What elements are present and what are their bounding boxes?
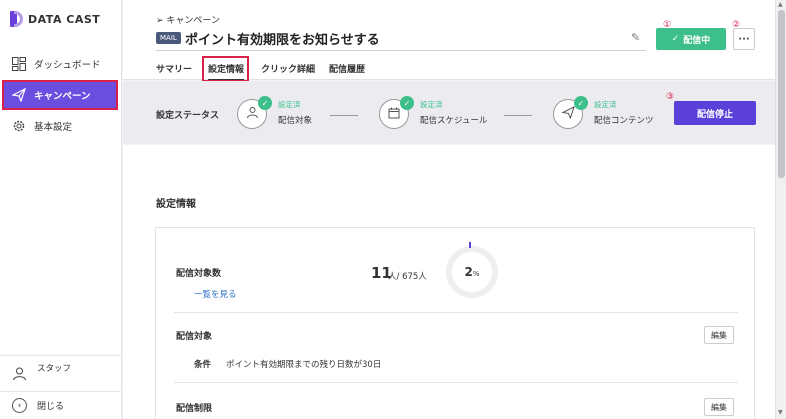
divider [174, 382, 738, 383]
chevron-left-icon: ‹ [12, 398, 27, 413]
step-name: 配信コンテンツ [594, 116, 654, 126]
person-icon [246, 106, 259, 122]
edit-target-button[interactable]: 編集 [704, 326, 734, 344]
user-icon [12, 366, 27, 381]
paper-plane-icon [560, 105, 575, 122]
paper-plane-icon [12, 88, 26, 102]
target-label: 配信対象 [176, 332, 213, 342]
live-status-button[interactable]: ✓ 配信中 [656, 28, 726, 50]
logo-mark-icon [10, 11, 23, 27]
tab-summary[interactable]: サマリー [156, 62, 192, 75]
step-state: 設定済 [278, 100, 301, 109]
staff-label: スタッフ [37, 363, 72, 374]
view-list-link[interactable]: 一覧を見る [194, 288, 237, 300]
close-label: 閉じる [37, 402, 65, 412]
check-icon: ✓ [258, 96, 272, 110]
condition-value: ポイント有効期限までの残り日数が30日 [226, 360, 382, 370]
settings-card: 配信対象数 一覧を見る 11 人/ 675人 2% 配信対象 編集 条件 ポイン… [155, 227, 755, 419]
sidebar-item-dashboard[interactable]: ダッシュボード [4, 51, 116, 77]
step-state: 設定済 [594, 100, 617, 109]
sidebar-item-settings[interactable]: 基本設定 [4, 113, 116, 139]
scroll-up-icon[interactable]: ▲ [778, 1, 783, 8]
sidebar: DATA CAST ダッシュボード キャンペーン 基本設定 スタッフ ‹ 閉じる [0, 0, 122, 419]
step-state: 設定済 [420, 100, 443, 109]
step-name: 配信対象 [278, 116, 313, 126]
scrollbar[interactable]: ▲ ▼ [775, 0, 786, 419]
percent-value: 2% [464, 265, 480, 279]
percent-donut: 2% [446, 246, 498, 298]
setup-status-bar: 設定ステータス ✓ 設定済 配信対象 ✓ 設定済 配信スケジュール ✓ 設定済 … [123, 81, 775, 144]
brand-name: DATA CAST [28, 12, 101, 26]
step-name: 配信スケジュール [420, 116, 488, 126]
step-connector [504, 115, 532, 116]
main-content: 設定情報 配信対象数 一覧を見る 11 人/ 675人 2% 配信対象 編集 条… [123, 145, 775, 419]
calendar-icon [388, 107, 400, 122]
tab-highlight-box [202, 56, 249, 82]
tab-delivery-history[interactable]: 配信履歴 [329, 62, 365, 75]
check-icon: ✓ [574, 96, 588, 110]
annotation-marker-3: ③ [666, 92, 675, 102]
divider [174, 312, 738, 313]
channel-badge: MAIL [156, 32, 181, 44]
check-icon: ✓ [400, 96, 414, 110]
scrollbar-thumb[interactable] [778, 10, 785, 178]
target-count-label: 配信対象数 [176, 269, 222, 279]
page-title[interactable]: ポイント有効期限をお知らせする [185, 29, 380, 48]
dashboard-grid-icon [12, 57, 26, 71]
breadcrumb[interactable]: ➢ キャンペーン [156, 13, 220, 26]
title-underline [156, 50, 646, 51]
limit-label: 配信制限 [176, 404, 213, 414]
step-connector [330, 115, 358, 116]
section-title: 設定情報 [156, 199, 196, 210]
logo[interactable]: DATA CAST [10, 10, 100, 28]
more-options-button[interactable]: ··· [733, 28, 755, 50]
sidebar-item-label: ダッシュボード [34, 60, 101, 71]
paper-plane-icon: ➢ [156, 16, 164, 26]
status-label: 設定ステータス [156, 111, 220, 121]
edit-limit-button[interactable]: 編集 [704, 398, 734, 416]
campaign-header: ➢ キャンペーン MAIL ポイント有効期限をお知らせする ✎ ① ✓ 配信中 … [123, 0, 775, 82]
condition-key: 条件 [194, 360, 212, 370]
tab-click-details[interactable]: クリック詳細 [261, 62, 315, 75]
donut-progress-mark [469, 242, 471, 248]
gear-icon [12, 119, 26, 133]
check-icon: ✓ [671, 34, 680, 44]
sidebar-item-label: 基本設定 [34, 122, 73, 133]
stop-delivery-button[interactable]: 配信停止 [674, 101, 756, 125]
sidebar-item-label: キャンペーン [34, 91, 91, 102]
sidebar-item-campaign[interactable]: キャンペーン [2, 80, 118, 110]
close-sidebar-button[interactable]: ‹ 閉じる [0, 391, 122, 419]
staff-menu[interactable]: スタッフ [0, 355, 122, 391]
target-count-unit: 人/ 675人 [388, 272, 427, 282]
pencil-icon[interactable]: ✎ [631, 31, 640, 44]
scroll-down-icon[interactable]: ▼ [778, 409, 783, 416]
